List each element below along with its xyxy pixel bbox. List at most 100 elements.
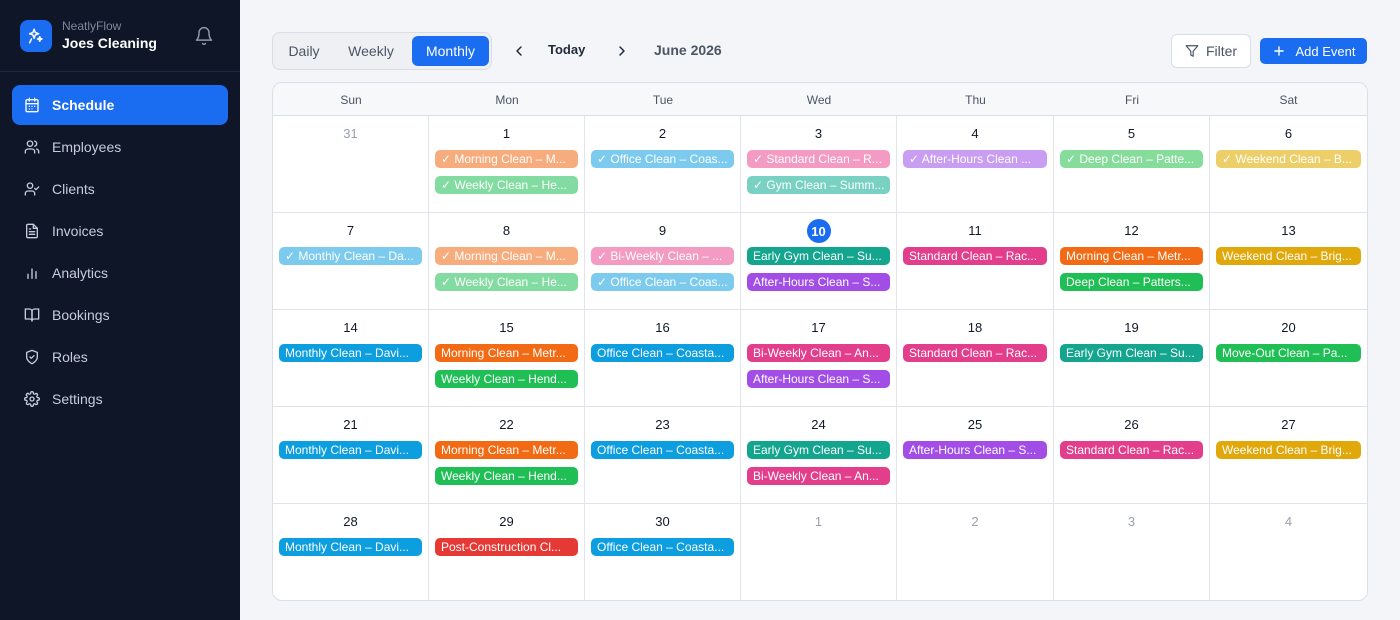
add-event-button[interactable]: Add Event [1260, 38, 1367, 64]
today-button[interactable]: Today [548, 42, 585, 57]
day-cell[interactable]: 22 Morning Clean – Metr... Weekly Clean – … [429, 407, 585, 504]
sidebar-item-bookings[interactable]: Bookings [12, 295, 228, 335]
day-cell[interactable]: 1 [741, 504, 897, 600]
event-chip[interactable]: Morning Clean – Metr... [435, 441, 578, 459]
event-chip[interactable]: ✓ Weekly Clean – He... [435, 176, 578, 194]
day-cell[interactable]: 15 Morning Clean – Metr... Weekly Clean – … [429, 310, 585, 407]
book-open-icon [24, 308, 40, 322]
event-chip[interactable]: After-Hours Clean – S... [747, 370, 890, 388]
day-cell[interactable]: 16 Office Clean – Coasta... [585, 310, 741, 407]
event-chip[interactable]: Morning Clean – Metr... [1060, 247, 1203, 265]
day-cell[interactable]: 28 Monthly Clean – Davi... [273, 504, 429, 600]
day-cell[interactable]: 13 Weekend Clean – Brig... [1210, 213, 1367, 310]
event-chip[interactable]: Early Gym Clean – Su... [747, 441, 890, 459]
event-chip[interactable]: ✓ After-Hours Clean ... [903, 150, 1047, 168]
event-chip[interactable]: Weekly Clean – Hend... [435, 370, 578, 388]
view-monthly-button[interactable]: Monthly [412, 36, 489, 66]
event-chip[interactable]: Early Gym Clean – Su... [747, 247, 890, 265]
view-daily-button[interactable]: Daily [276, 36, 332, 66]
day-cell[interactable]: 10 Early Gym Clean – Su... After-Hours Cle… [741, 213, 897, 310]
event-chip[interactable]: Monthly Clean – Davi... [279, 538, 422, 556]
sidebar-item-settings[interactable]: Settings [12, 379, 228, 419]
day-cell[interactable]: 21 Monthly Clean – Davi... [273, 407, 429, 504]
day-cell[interactable]: 20 Move-Out Clean – Pa... [1210, 310, 1367, 407]
event-chip[interactable]: ✓ Weekend Clean – B... [1216, 150, 1361, 168]
day-cell[interactable]: 17 Bi-Weekly Clean – An... After-Hours Cle… [741, 310, 897, 407]
event-chip[interactable]: Monthly Clean – Davi... [279, 344, 422, 362]
event-chip[interactable]: After-Hours Clean – S... [747, 273, 890, 291]
event-chip[interactable]: ✓ Bi-Weekly Clean – ... [591, 247, 734, 265]
day-cell[interactable]: 24 Early Gym Clean – Su... Bi-Weekly Clean… [741, 407, 897, 504]
day-cell[interactable]: 4 ✓ After-Hours Clean ... [897, 116, 1054, 213]
event-chip[interactable]: Post-Construction Cl... [435, 538, 578, 556]
company-name: Joes Cleaning [62, 35, 157, 51]
users-icon [24, 140, 40, 154]
event-chip[interactable]: Office Clean – Coasta... [591, 538, 734, 556]
day-cell[interactable]: 19 Early Gym Clean – Su... [1054, 310, 1210, 407]
event-chip[interactable]: Office Clean – Coasta... [591, 441, 734, 459]
event-chip[interactable]: Early Gym Clean – Su... [1060, 344, 1203, 362]
sidebar-item-schedule[interactable]: Schedule [12, 85, 228, 125]
bell-icon[interactable] [194, 26, 214, 46]
day-cell[interactable]: 23 Office Clean – Coasta... [585, 407, 741, 504]
day-cell[interactable]: 12 Morning Clean – Metr... Deep Clean – Pa… [1054, 213, 1210, 310]
day-cell[interactable]: 25 After-Hours Clean – S... [897, 407, 1054, 504]
event-chip[interactable]: Office Clean – Coasta... [591, 344, 734, 362]
event-chip[interactable]: Standard Clean – Rac... [903, 344, 1047, 362]
day-cell[interactable]: 2 ✓ Office Clean – Coas... [585, 116, 741, 213]
day-cell[interactable]: 30 Office Clean – Coasta... [585, 504, 741, 600]
event-chip[interactable]: Morning Clean – Metr... [435, 344, 578, 362]
day-cell[interactable]: 5 ✓ Deep Clean – Patte... [1054, 116, 1210, 213]
event-chip[interactable]: ✓ Morning Clean – M... [435, 247, 578, 265]
day-cell[interactable]: 29 Post-Construction Cl... [429, 504, 585, 600]
event-chip[interactable]: Standard Clean – Rac... [903, 247, 1047, 265]
day-cell[interactable]: 8 ✓ Morning Clean – M... ✓ Weekly Clean – … [429, 213, 585, 310]
day-cell[interactable]: 18 Standard Clean – Rac... [897, 310, 1054, 407]
event-chip[interactable]: ✓ Office Clean – Coas... [591, 273, 734, 291]
day-cell[interactable]: 26 Standard Clean – Rac... [1054, 407, 1210, 504]
event-chip[interactable]: Standard Clean – Rac... [1060, 441, 1203, 459]
next-month-button[interactable] [612, 41, 632, 61]
sidebar-item-analytics[interactable]: Analytics [12, 253, 228, 293]
day-cell[interactable]: 2 [897, 504, 1054, 600]
event-chip[interactable]: Deep Clean – Patters... [1060, 273, 1203, 291]
event-chip[interactable]: ✓ Standard Clean – R... [747, 150, 890, 168]
day-cell[interactable]: 14 Monthly Clean – Davi... [273, 310, 429, 407]
day-cell[interactable]: 4 [1210, 504, 1367, 600]
sidebar-item-invoices[interactable]: Invoices [12, 211, 228, 251]
sidebar-item-clients[interactable]: Clients [12, 169, 228, 209]
day-cell[interactable]: 7 ✓ Monthly Clean – Da... [273, 213, 429, 310]
event-chip[interactable]: ✓ Monthly Clean – Da... [279, 247, 422, 265]
event-chip[interactable]: ✓ Morning Clean – M... [435, 150, 578, 168]
app-name: NeatlyFlow [62, 19, 122, 33]
day-cell[interactable]: 1 ✓ Morning Clean – M... ✓ Weekly Clean – … [429, 116, 585, 213]
view-weekly-button[interactable]: Weekly [335, 36, 407, 66]
day-cell[interactable]: 9 ✓ Bi-Weekly Clean – ... ✓ Office Clean –… [585, 213, 741, 310]
day-number: 23 [655, 417, 670, 432]
event-chip[interactable]: Bi-Weekly Clean – An... [747, 467, 890, 485]
day-cell[interactable]: 27 Weekend Clean – Brig... [1210, 407, 1367, 504]
day-cell[interactable]: 3 ✓ Standard Clean – R... ✓ Gym Clean – Su… [741, 116, 897, 213]
event-chip[interactable]: Move-Out Clean – Pa... [1216, 344, 1361, 362]
event-chip[interactable]: After-Hours Clean – S... [903, 441, 1047, 459]
event-chip[interactable]: Weekend Clean – Brig... [1216, 247, 1361, 265]
file-text-icon [26, 223, 38, 239]
day-cell[interactable]: 11 Standard Clean – Rac... [897, 213, 1054, 310]
event-chip[interactable]: Bi-Weekly Clean – An... [747, 344, 890, 362]
day-cell[interactable]: 6 ✓ Weekend Clean – B... [1210, 116, 1367, 213]
event-chip[interactable]: ✓ Gym Clean – Summ... [747, 176, 890, 194]
day-cell[interactable]: 3 [1054, 504, 1210, 600]
sidebar-item-employees[interactable]: Employees [12, 127, 228, 167]
event-chip[interactable]: ✓ Office Clean – Coas... [591, 150, 734, 168]
event-chip[interactable]: Weekly Clean – Hend... [435, 467, 578, 485]
prev-month-button[interactable] [509, 41, 529, 61]
day-number: 26 [1124, 417, 1139, 432]
event-chip[interactable]: ✓ Deep Clean – Patte... [1060, 150, 1203, 168]
event-chip[interactable]: ✓ Weekly Clean – He... [435, 273, 578, 291]
filter-button[interactable]: Filter [1171, 34, 1251, 68]
sidebar-item-roles[interactable]: Roles [12, 337, 228, 377]
day-cell[interactable]: 31 [273, 116, 429, 213]
event-chip[interactable]: Weekend Clean – Brig... [1216, 441, 1361, 459]
day-number: 8 [502, 223, 511, 238]
event-chip[interactable]: Monthly Clean – Davi... [279, 441, 422, 459]
